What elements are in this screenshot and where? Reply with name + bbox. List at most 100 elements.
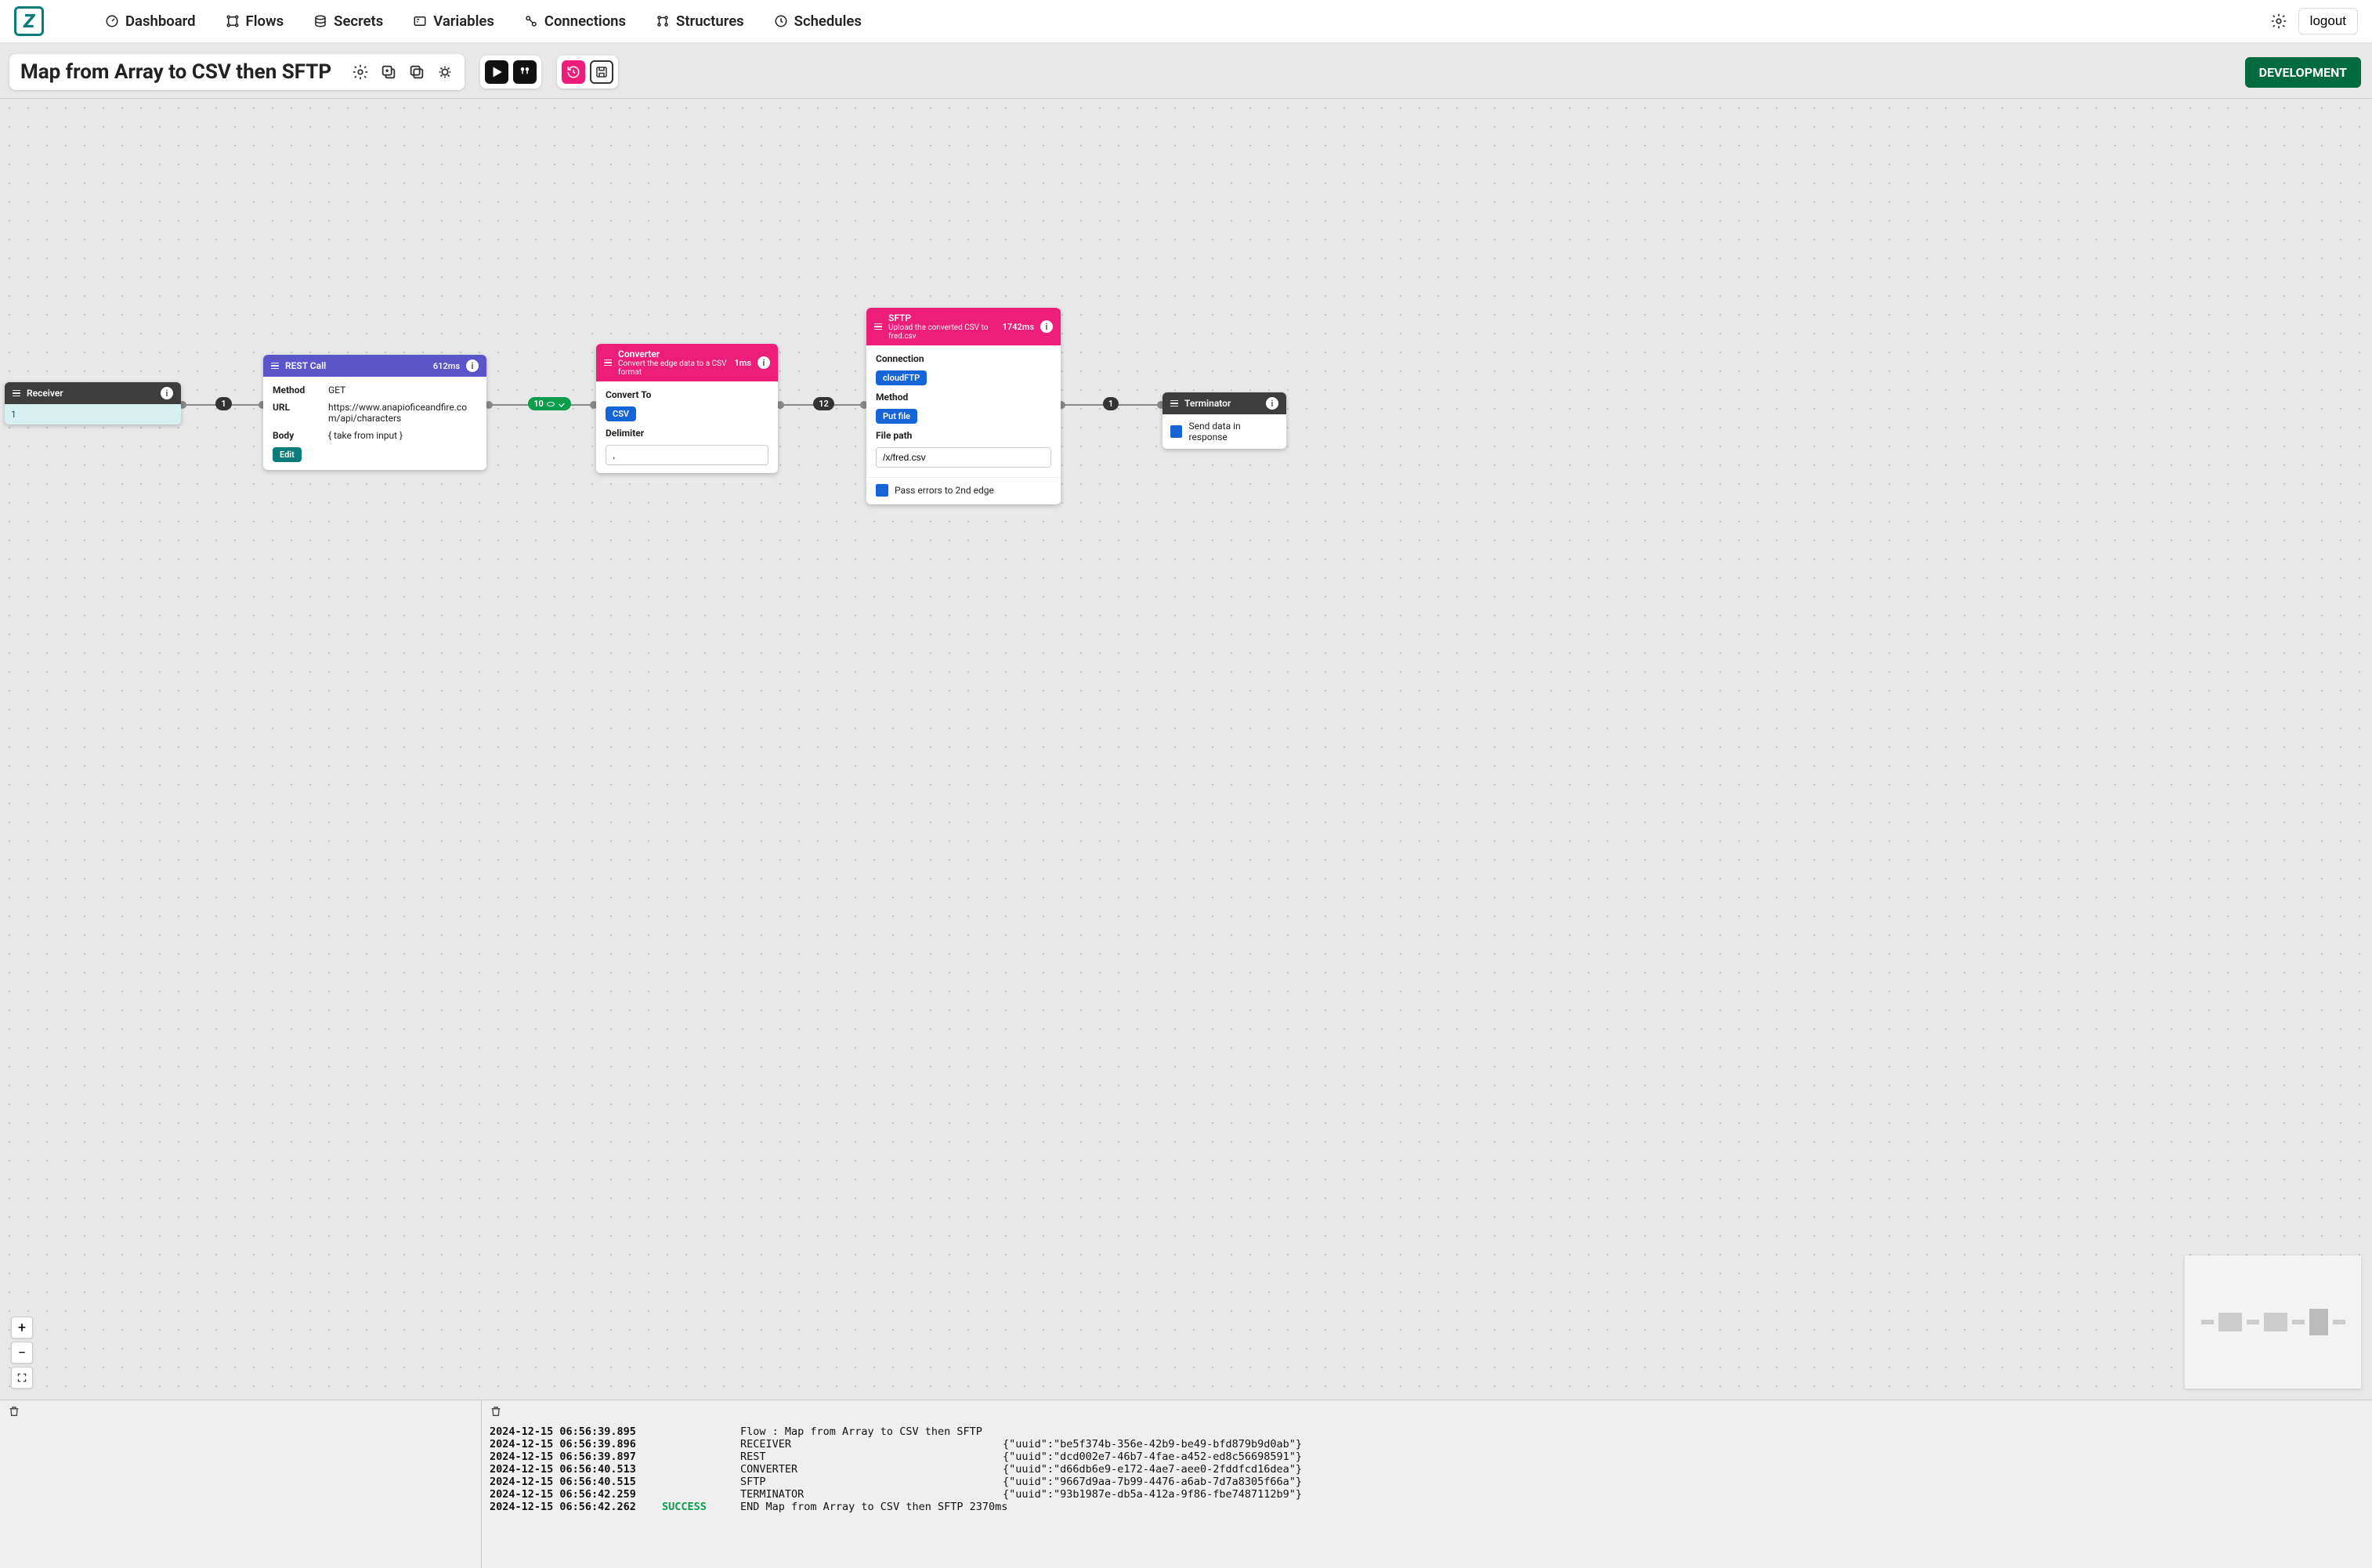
delimiter-input[interactable] [606, 445, 768, 465]
field-label: File path [876, 430, 1051, 441]
node-header[interactable]: REST Call 612ms i [263, 355, 486, 377]
trash-icon[interactable] [490, 1405, 502, 1418]
edit-button[interactable]: Edit [273, 447, 302, 462]
node-timing: 612ms [433, 361, 460, 371]
log-panel: 2024-12-15 06:56:39.895Flow : Map from A… [482, 1400, 2372, 1568]
log-row: 2024-12-15 06:56:42.262SUCCESSEND Map fr… [490, 1501, 2364, 1513]
flow-title-card: Map from Array to CSV then SFTP [9, 54, 465, 90]
log-row: 2024-12-15 06:56:40.515SFTP{"uuid":"9667… [490, 1476, 2364, 1488]
history-icon [566, 65, 580, 79]
node-header[interactable]: Terminator i [1162, 392, 1286, 414]
duplicate-icon[interactable] [380, 63, 397, 81]
checkbox-label: Send data in response [1188, 421, 1278, 443]
error-checkbox-row[interactable]: Pass errors to 2nd edge [866, 479, 1061, 504]
edge-3[interactable]: 12 [778, 404, 866, 406]
minimap-node [2292, 1320, 2305, 1324]
edge-badge: 12 [813, 397, 834, 410]
zoom-controls: + − [11, 1317, 33, 1389]
connection-icon [524, 14, 538, 28]
field-label: Delimiter [606, 428, 768, 439]
edge-1[interactable]: 1 [180, 404, 265, 406]
node-rest[interactable]: REST Call 612ms i Method GET URL https://w… [263, 355, 486, 470]
edge-4[interactable]: 1 [1059, 404, 1163, 406]
log-row: 2024-12-15 06:56:40.513CONVERTER{"uuid":… [490, 1463, 2364, 1476]
minimap-node [2218, 1313, 2242, 1331]
minimap-node [2333, 1320, 2345, 1324]
connection-value[interactable]: cloudFTP [876, 370, 927, 385]
nav-label: Variables [433, 13, 494, 30]
info-icon[interactable]: i [1040, 320, 1053, 333]
checkbox[interactable] [876, 484, 888, 497]
run-controls [480, 56, 541, 89]
nav-structures[interactable]: Structures [656, 13, 744, 30]
log-row: 2024-12-15 06:56:39.897REST{"uuid":"dcd0… [490, 1451, 2364, 1463]
grip-icon [604, 359, 612, 367]
log-row: 2024-12-15 06:56:42.259TERMINATOR{"uuid"… [490, 1488, 2364, 1501]
grip-icon [1170, 400, 1178, 407]
canvas-grid [0, 99, 2372, 1400]
field-value: GET [328, 385, 477, 396]
minimap[interactable] [2185, 1255, 2361, 1389]
edge-2[interactable]: 10 [486, 404, 596, 406]
receiver-body: 1 [5, 404, 181, 425]
info-icon[interactable]: i [1266, 397, 1278, 410]
node-converter[interactable]: Converter Convert the edge data to a CSV… [596, 344, 778, 473]
edge-badge: 1 [215, 397, 231, 410]
field-value: { take from input } [328, 430, 477, 441]
node-timing: 1ms [735, 358, 752, 368]
field-label: Method [876, 392, 1051, 403]
schedule-icon [774, 14, 788, 28]
settings-icon[interactable] [352, 63, 369, 81]
nav-connections[interactable]: Connections [524, 13, 626, 30]
zoom-fit-button[interactable] [11, 1367, 33, 1389]
step-button[interactable] [513, 60, 537, 84]
node-header[interactable]: Converter Convert the edge data to a CSV… [596, 344, 778, 381]
filepath-input[interactable] [876, 447, 1051, 468]
convert-to-value[interactable]: CSV [606, 406, 636, 421]
play-button[interactable] [485, 60, 508, 84]
nav-flows[interactable]: Flows [226, 13, 284, 30]
nav-label: Secrets [334, 13, 383, 30]
node-body: Convert To CSV Delimiter [596, 381, 778, 473]
info-icon[interactable]: i [161, 387, 173, 399]
node-sftp[interactable]: SFTP Upload the converted CSV to fred.cs… [866, 308, 1061, 504]
app-logo[interactable] [14, 6, 44, 36]
log-rows: 2024-12-15 06:56:39.895Flow : Map from A… [490, 1425, 2364, 1513]
nav-label: Dashboard [125, 13, 196, 30]
logout-button[interactable]: logout [2298, 8, 2358, 34]
save-icon [595, 65, 609, 79]
history-controls [557, 56, 618, 89]
checkbox[interactable] [1170, 425, 1182, 438]
field-label: Convert To [606, 389, 768, 400]
node-header[interactable]: SFTP Upload the converted CSV to fred.cs… [866, 308, 1061, 345]
minimap-node [2201, 1320, 2214, 1324]
nav-dashboard[interactable]: Dashboard [105, 13, 196, 30]
field-label: Body [273, 430, 316, 441]
debug-icon[interactable] [436, 63, 454, 81]
flow-title-actions [352, 63, 454, 81]
node-receiver[interactable]: Receiver i 1 [5, 382, 181, 425]
field-value: https://www.anapioficeandfire.com/api/ch… [328, 402, 477, 424]
info-icon[interactable]: i [466, 359, 479, 372]
nav-secrets[interactable]: Secrets [313, 13, 383, 30]
nav-variables[interactable]: Variables [413, 13, 494, 30]
save-button[interactable] [590, 60, 613, 84]
history-button[interactable] [562, 60, 585, 84]
trash-icon[interactable] [8, 1405, 20, 1418]
field-label: Method [273, 385, 316, 396]
edge-badge: 10 [528, 397, 571, 410]
canvas[interactable]: 1 10 12 1 Receiver i 1 REST Call 612ms i [0, 99, 2372, 1400]
zoom-in-button[interactable]: + [11, 1317, 33, 1339]
info-icon[interactable]: i [758, 356, 770, 369]
method-value[interactable]: Put file [876, 409, 917, 424]
settings-icon[interactable] [2270, 13, 2287, 30]
node-terminator[interactable]: Terminator i Send data in response [1162, 392, 1286, 449]
copy-icon[interactable] [408, 63, 425, 81]
zoom-out-button[interactable]: − [11, 1342, 33, 1364]
field-label: URL [273, 402, 316, 424]
nav-items: Dashboard Flows Secrets Variables Connec… [105, 13, 2264, 30]
nav-schedules[interactable]: Schedules [774, 13, 862, 30]
node-header[interactable]: Receiver i [5, 382, 181, 404]
top-nav: Dashboard Flows Secrets Variables Connec… [0, 0, 2372, 43]
toolbar: Map from Array to CSV then SFTP DEVELOPM… [0, 43, 2372, 99]
